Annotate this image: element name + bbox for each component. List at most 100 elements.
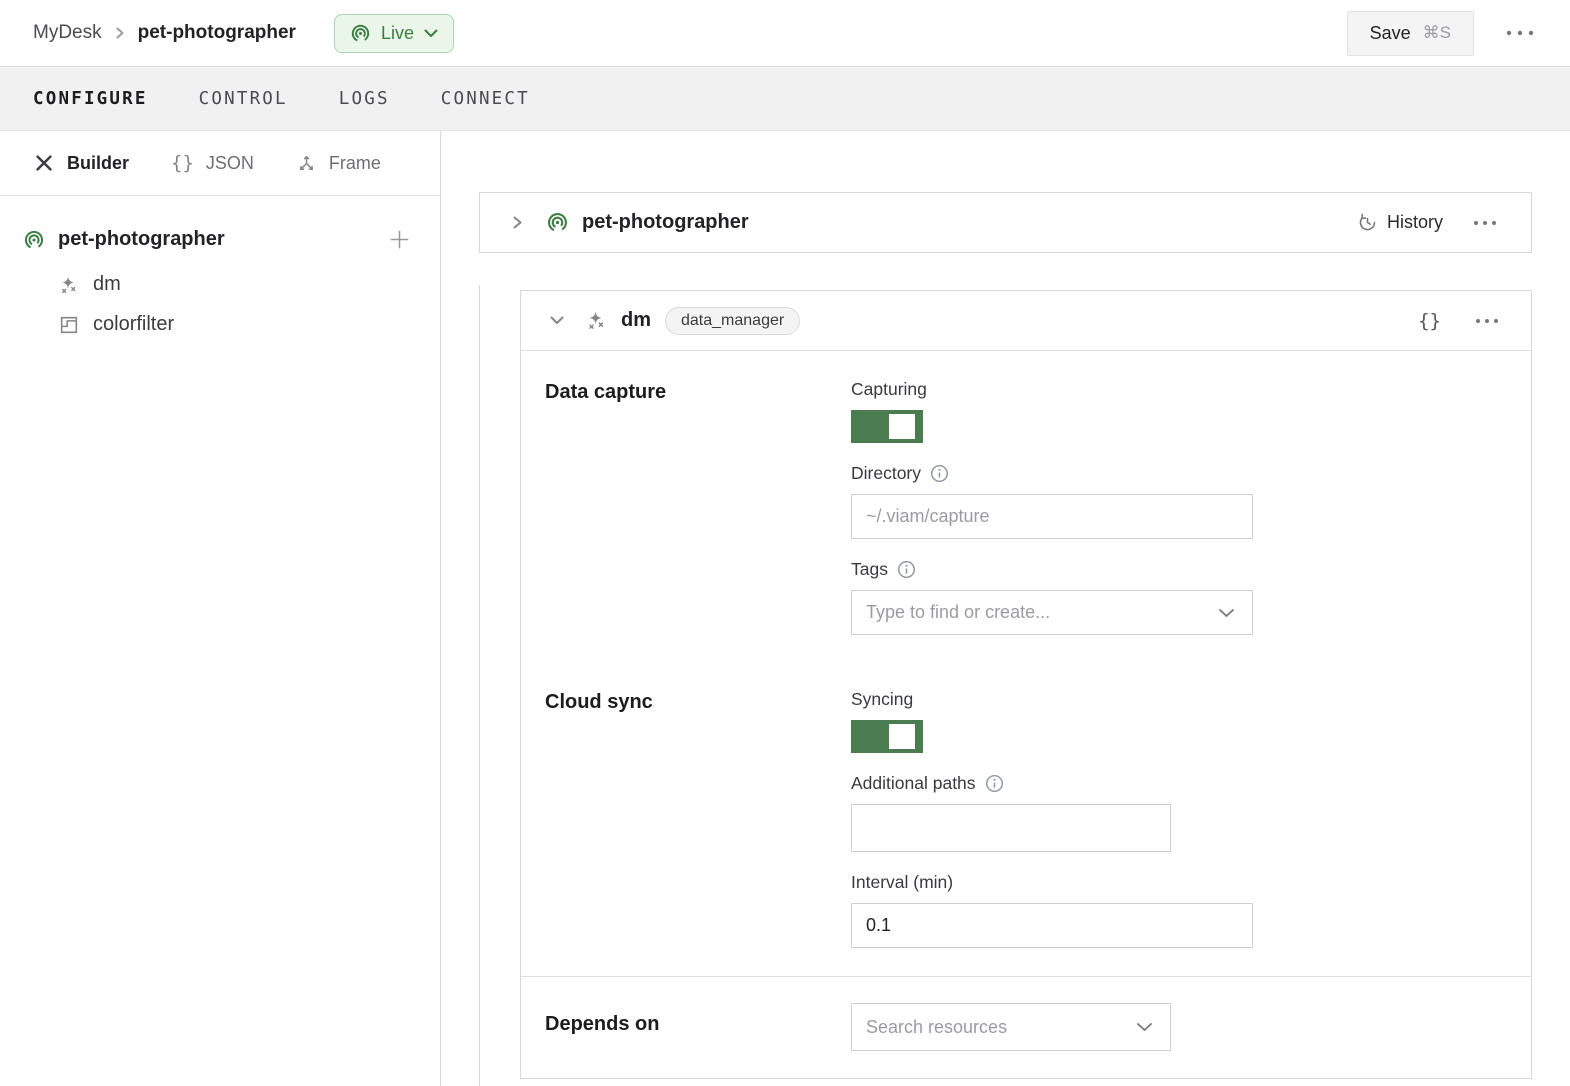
- dm-model-badge: data_manager: [665, 307, 800, 335]
- part-resources-group: dm data_manager {}: [479, 285, 1532, 1086]
- interval-field: Interval (min): [851, 872, 1493, 948]
- save-button[interactable]: Save ⌘S: [1347, 11, 1474, 56]
- additional-paths-field: Additional paths: [851, 773, 1493, 852]
- machine-icon: [23, 229, 45, 251]
- view-tab-json-label: JSON: [206, 153, 254, 174]
- capturing-label: Capturing: [851, 379, 927, 400]
- tree-item-machine-label: pet-photographer: [58, 228, 370, 251]
- interval-label: Interval (min): [851, 872, 953, 893]
- breadcrumb-machine-name: pet-photographer: [138, 22, 296, 44]
- ellipsis-icon: [1475, 318, 1499, 324]
- toggle-knob: [889, 414, 915, 439]
- view-tab-json[interactable]: {} JSON: [171, 152, 254, 174]
- history-clock-icon: [1357, 212, 1378, 233]
- depends-on-title: Depends on: [545, 1003, 851, 1051]
- depends-on-fields: [851, 1003, 1493, 1051]
- interval-input[interactable]: [851, 903, 1253, 948]
- frame-axes-icon: [296, 153, 317, 174]
- dm-collapse-button[interactable]: [543, 309, 571, 332]
- machine-icon: [546, 211, 569, 234]
- main-nav-tabs: CONFIGURE CONTROL LOGS CONNECT: [0, 66, 1570, 131]
- dm-card-header: dm data_manager {}: [521, 291, 1531, 351]
- cloud-sync-fields: Syncing Additional paths: [851, 689, 1493, 948]
- part-more-menu-button[interactable]: [1467, 214, 1503, 232]
- directory-input[interactable]: [851, 494, 1253, 539]
- braces-icon: {}: [171, 152, 194, 174]
- viam-app: MyDesk pet-photographer Live S: [0, 0, 1570, 1086]
- chevron-down-icon: [549, 315, 565, 326]
- chevron-right-icon: [511, 213, 524, 232]
- main-panel: pet-photographer History: [441, 131, 1570, 1086]
- additional-paths-input[interactable]: [851, 804, 1171, 852]
- history-button[interactable]: History: [1357, 212, 1443, 233]
- syncing-label: Syncing: [851, 689, 913, 710]
- data-capture-fields: Capturing Directory: [851, 379, 1493, 635]
- info-icon[interactable]: [897, 560, 916, 579]
- tree-item-dm[interactable]: dm: [58, 273, 416, 296]
- syncing-toggle[interactable]: [851, 720, 923, 753]
- breadcrumb-chevron-icon: [114, 24, 126, 42]
- directory-field: Directory: [851, 463, 1493, 539]
- additional-paths-label: Additional paths: [851, 773, 976, 794]
- service-sparkle-icon: [585, 309, 608, 332]
- service-sparkle-icon: [58, 274, 80, 296]
- dm-json-mode-button[interactable]: {}: [1412, 304, 1447, 338]
- cloud-sync-section: Cloud sync Syncing: [521, 665, 1531, 976]
- tags-select[interactable]: [851, 590, 1253, 635]
- save-button-label: Save: [1370, 23, 1411, 44]
- config-view-tabs: Builder {} JSON Frame: [0, 131, 440, 196]
- cloud-sync-title: Cloud sync: [545, 689, 851, 948]
- capturing-field: Capturing: [851, 379, 1493, 443]
- tab-control[interactable]: CONTROL: [199, 89, 288, 109]
- dm-name: dm: [621, 309, 651, 332]
- directory-label: Directory: [851, 463, 921, 484]
- info-icon[interactable]: [985, 774, 1004, 793]
- tree-item-dm-label: dm: [93, 273, 121, 296]
- part-expand-button[interactable]: [505, 207, 530, 238]
- header-more-menu-button[interactable]: [1500, 24, 1540, 42]
- tags-field: Tags: [851, 559, 1493, 635]
- depends-on-section: Depends on: [521, 976, 1531, 1078]
- machine-status-label: Live: [381, 23, 414, 44]
- save-shortcut-hint: ⌘S: [1423, 23, 1451, 43]
- capturing-toggle[interactable]: [851, 410, 923, 443]
- ellipsis-icon: [1473, 220, 1497, 226]
- status-chevron-down-icon: [424, 29, 438, 38]
- toggle-knob: [889, 724, 915, 749]
- tags-label: Tags: [851, 559, 888, 580]
- depends-on-input[interactable]: [851, 1003, 1171, 1051]
- history-label: History: [1387, 212, 1443, 233]
- dm-component-card: dm data_manager {}: [520, 290, 1532, 1079]
- breadcrumb-org[interactable]: MyDesk: [33, 22, 102, 44]
- tree-item-colorfilter-label: colorfilter: [93, 313, 174, 336]
- tab-logs[interactable]: LOGS: [339, 89, 390, 109]
- depends-on-select[interactable]: [851, 1003, 1171, 1051]
- view-tab-builder-label: Builder: [67, 153, 129, 174]
- content-area: Builder {} JSON Frame: [0, 131, 1570, 1086]
- add-resource-button[interactable]: [383, 223, 416, 256]
- dm-more-menu-button[interactable]: [1469, 312, 1505, 330]
- view-tab-frame[interactable]: Frame: [296, 153, 381, 174]
- data-capture-title: Data capture: [545, 379, 851, 635]
- tree-item-machine[interactable]: pet-photographer: [23, 223, 416, 256]
- top-header: MyDesk pet-photographer Live S: [0, 0, 1570, 66]
- plus-icon: [389, 229, 410, 250]
- builder-tools-icon: [33, 152, 55, 174]
- component-step-icon: [58, 314, 80, 336]
- view-tab-builder[interactable]: Builder: [33, 152, 129, 174]
- part-title: pet-photographer: [582, 211, 749, 234]
- part-header-card: pet-photographer History: [479, 192, 1532, 253]
- tags-input[interactable]: [851, 590, 1253, 635]
- sidebar: Builder {} JSON Frame: [0, 131, 441, 1086]
- data-capture-section: Data capture Capturing: [521, 351, 1531, 665]
- view-tab-frame-label: Frame: [329, 153, 381, 174]
- resource-tree: pet-photographer dm: [0, 196, 440, 336]
- tab-connect[interactable]: CONNECT: [441, 89, 530, 109]
- tab-configure[interactable]: CONFIGURE: [33, 89, 148, 109]
- info-icon[interactable]: [930, 464, 949, 483]
- machine-status-badge[interactable]: Live: [334, 14, 454, 53]
- syncing-field: Syncing: [851, 689, 1493, 753]
- ellipsis-icon: [1506, 30, 1534, 36]
- tree-item-colorfilter[interactable]: colorfilter: [58, 313, 416, 336]
- machine-live-icon: [350, 23, 371, 44]
